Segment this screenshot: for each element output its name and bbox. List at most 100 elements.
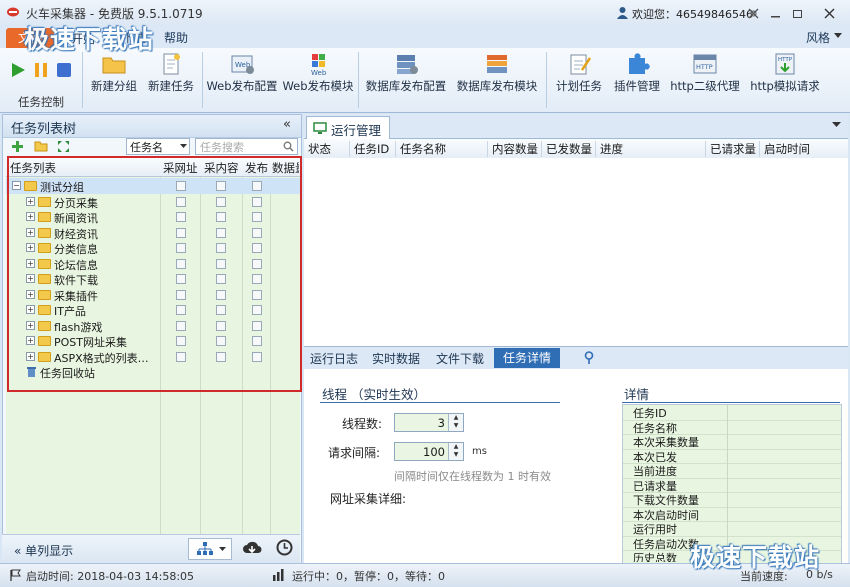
expand-node-icon[interactable]: + — [26, 320, 35, 330]
stepper-arrows-icon[interactable]: ▲ ▼ — [448, 414, 463, 431]
publish-checkbox[interactable] — [252, 336, 262, 346]
settings-icon[interactable] — [742, 4, 764, 22]
stop-task-icon[interactable] — [56, 62, 72, 78]
search-field-select[interactable]: 任务名 — [126, 138, 190, 155]
collect-url-checkbox[interactable] — [176, 305, 186, 315]
publish-checkbox[interactable] — [252, 274, 262, 284]
tab-help[interactable]: 帮助 — [152, 28, 200, 48]
request-interval-stepper[interactable]: 100 ▲ ▼ — [394, 442, 464, 461]
publish-checkbox[interactable] — [252, 227, 262, 238]
tab-realtime-data[interactable]: 实时数据 — [372, 350, 420, 367]
cloud-download-icon[interactable] — [242, 540, 262, 556]
collect-content-checkbox[interactable] — [216, 243, 226, 253]
collect-content-checkbox[interactable] — [216, 305, 226, 315]
web-publish-config-button[interactable]: Web Web发布配置 — [206, 52, 278, 96]
collect-content-checkbox[interactable] — [216, 258, 226, 269]
clock-icon[interactable] — [276, 539, 293, 556]
collect-content-checkbox[interactable] — [216, 196, 226, 207]
collect-content-checkbox[interactable] — [216, 212, 226, 222]
tree-row[interactable]: + ASPX格式的列表… — [6, 349, 300, 365]
column-header-content-count[interactable]: 内容数量 — [488, 141, 542, 157]
expand-node-icon[interactable]: + — [26, 336, 35, 345]
db-publish-module-button[interactable]: 数据库发布模块 — [454, 52, 540, 96]
tab-file-download[interactable]: 文件下载 — [436, 350, 484, 367]
column-header-data-count[interactable]: 数据量 — [272, 160, 299, 176]
expand-node-icon[interactable]: + — [26, 196, 35, 206]
column-header-task-name[interactable]: 任务名称 — [396, 141, 488, 157]
publish-checkbox[interactable] — [252, 243, 262, 253]
layout-menu-button[interactable] — [188, 538, 232, 560]
collect-content-checkbox[interactable] — [216, 336, 226, 346]
plugin-manager-button[interactable]: 插件管理 — [610, 52, 664, 96]
task-search-input[interactable]: 任务搜索 — [195, 138, 298, 155]
column-header-published-count[interactable]: 已发数量 — [542, 141, 596, 157]
publish-checkbox[interactable] — [252, 196, 262, 207]
restore-button[interactable] — [786, 4, 808, 22]
collect-content-checkbox[interactable] — [216, 181, 226, 191]
column-header-task-list[interactable]: 任务列表 — [10, 160, 56, 176]
http-simulate-button[interactable]: HTTP http模拟请求 — [746, 52, 824, 96]
tab-task-detail[interactable]: 任务详情 — [494, 348, 560, 368]
collect-url-checkbox[interactable] — [176, 212, 186, 222]
publish-checkbox[interactable] — [252, 305, 262, 315]
tree-row[interactable]: + 论坛信息 — [6, 256, 300, 272]
column-header-publish[interactable]: 发布 — [245, 160, 268, 176]
expand-node-icon[interactable]: + — [26, 305, 35, 314]
collect-url-checkbox[interactable] — [176, 274, 186, 284]
publish-checkbox[interactable] — [252, 212, 262, 222]
collect-url-checkbox[interactable] — [176, 227, 186, 238]
column-header-progress[interactable]: 进度 — [596, 141, 706, 157]
expand-node-icon[interactable]: + — [26, 351, 35, 361]
tree-row[interactable]: + 软件下载 — [6, 271, 300, 287]
tree-row[interactable]: + 新闻资讯 — [6, 209, 300, 225]
skin-menu[interactable]: 风格 — [806, 29, 830, 46]
collect-url-checkbox[interactable] — [176, 289, 186, 300]
collapse-node-icon[interactable]: − — [12, 181, 21, 190]
thread-count-stepper[interactable]: 3 ▲ ▼ — [394, 413, 464, 432]
tree-row[interactable]: + IT产品 — [6, 302, 300, 318]
close-button[interactable] — [818, 4, 840, 22]
pin-icon[interactable] — [584, 351, 594, 364]
expand-all-icon[interactable] — [57, 140, 70, 153]
skin-dropdown-icon[interactable] — [834, 33, 842, 39]
collect-url-checkbox[interactable] — [176, 320, 186, 331]
collect-url-checkbox[interactable] — [176, 196, 186, 207]
column-header-task-id[interactable]: 任务ID — [350, 141, 396, 157]
tab-run-log[interactable]: 运行日志 — [310, 350, 358, 367]
stepper-arrows-icon[interactable]: ▲ ▼ — [448, 443, 463, 460]
pause-task-icon[interactable] — [33, 62, 49, 78]
column-header-collect-url[interactable]: 采网址 — [163, 160, 198, 176]
collect-content-checkbox[interactable] — [216, 320, 226, 331]
run-grid-body[interactable] — [304, 158, 848, 346]
collect-content-checkbox[interactable] — [216, 351, 226, 362]
collect-content-checkbox[interactable] — [216, 289, 226, 300]
expand-node-icon[interactable]: + — [26, 227, 35, 237]
collect-content-checkbox[interactable] — [216, 227, 226, 238]
collapse-panel-icon[interactable]: « — [283, 117, 291, 132]
db-publish-config-button[interactable]: 数据库发布配置 — [362, 52, 450, 96]
column-header-requested[interactable]: 已请求量 — [706, 141, 760, 157]
publish-checkbox[interactable] — [252, 351, 262, 362]
single-column-toggle[interactable]: « 单列显示 — [14, 542, 73, 559]
schedule-button[interactable]: 计划任务 — [552, 52, 606, 96]
add-icon[interactable] — [11, 140, 24, 153]
column-header-collect-content[interactable]: 采内容 — [204, 160, 239, 176]
publish-checkbox[interactable] — [252, 258, 262, 269]
tree-row[interactable]: + 分类信息 — [6, 240, 300, 256]
tree-row[interactable]: + 分页采集 — [6, 194, 300, 210]
expand-node-icon[interactable]: + — [26, 274, 35, 283]
collect-url-checkbox[interactable] — [176, 336, 186, 346]
tree-row-root-group[interactable]: − 测试分组 — [6, 178, 300, 194]
folder-icon[interactable] — [34, 140, 48, 152]
tree-row-recycle-bin[interactable]: 任务回收站 — [6, 364, 300, 380]
minimize-button[interactable] — [764, 4, 786, 22]
web-publish-module-button[interactable]: Web Web发布模块 — [282, 52, 354, 96]
tree-row[interactable]: + 采集插件 — [6, 287, 300, 303]
search-icon[interactable] — [283, 141, 294, 152]
column-header-status[interactable]: 状态 — [304, 141, 350, 157]
start-task-icon[interactable] — [10, 62, 26, 78]
collect-url-checkbox[interactable] — [176, 181, 186, 191]
tree-row[interactable]: + POST网址采集 — [6, 333, 300, 349]
publish-checkbox[interactable] — [252, 320, 262, 331]
collect-url-checkbox[interactable] — [176, 258, 186, 269]
